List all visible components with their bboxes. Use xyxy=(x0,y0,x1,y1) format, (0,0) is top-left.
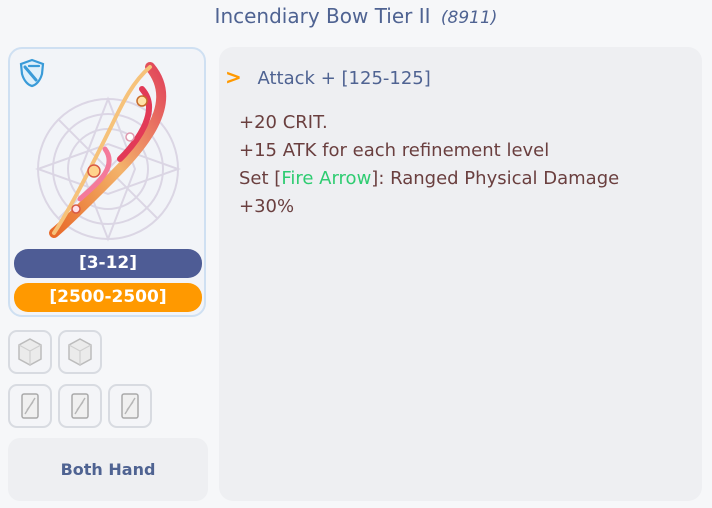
item-card: [3-12] [2500-2500] xyxy=(8,47,206,317)
attack-value: [125-125] xyxy=(341,68,431,89)
gem-slot-2[interactable] xyxy=(58,330,102,374)
hand-type: Both Hand xyxy=(8,438,208,501)
card-slot-1[interactable] xyxy=(8,384,52,428)
shield-icon xyxy=(19,58,45,88)
hand-type-label: Both Hand xyxy=(60,460,156,479)
range-pill: [3-12] xyxy=(14,249,202,278)
set-item-link[interactable]: Fire Arrow xyxy=(281,168,371,189)
attack-label: Attack xyxy=(257,68,315,89)
set-prefix: Set [ xyxy=(239,168,282,189)
card-slot-icon xyxy=(21,393,39,419)
attack-row: > Attack + [125-125] xyxy=(225,65,431,89)
card-slot-icon xyxy=(121,393,139,419)
gem-slot-icon xyxy=(68,338,92,366)
effect-line: +15 ATK for each refinement level xyxy=(239,140,550,161)
attack-plus: + xyxy=(320,68,336,89)
card-slot-icon xyxy=(71,393,89,419)
gem-slot-icon xyxy=(18,338,42,366)
item-name: Incendiary Bow Tier II xyxy=(214,4,431,28)
set-suffix: ]: Ranged Physical Damage xyxy=(371,168,620,189)
effect-line: +30% xyxy=(239,196,295,217)
item-details-panel: > Attack + [125-125] +20 CRIT. +15 ATK f… xyxy=(219,47,702,501)
item-id: (8911) xyxy=(440,8,498,28)
durability-pill: [2500-2500] xyxy=(14,283,202,312)
gem-slot-1[interactable] xyxy=(8,330,52,374)
chevron-right-icon: > xyxy=(225,65,242,89)
card-slot-2[interactable] xyxy=(58,384,102,428)
effect-line-set: Set [Fire Arrow]: Ranged Physical Damage xyxy=(239,165,619,193)
effect-line: +20 CRIT. xyxy=(239,112,328,133)
item-title: Incendiary Bow Tier II (8911) xyxy=(0,4,712,28)
card-slot-3[interactable] xyxy=(108,384,152,428)
effects-list: +20 CRIT. +15 ATK for each refinement le… xyxy=(239,109,619,221)
